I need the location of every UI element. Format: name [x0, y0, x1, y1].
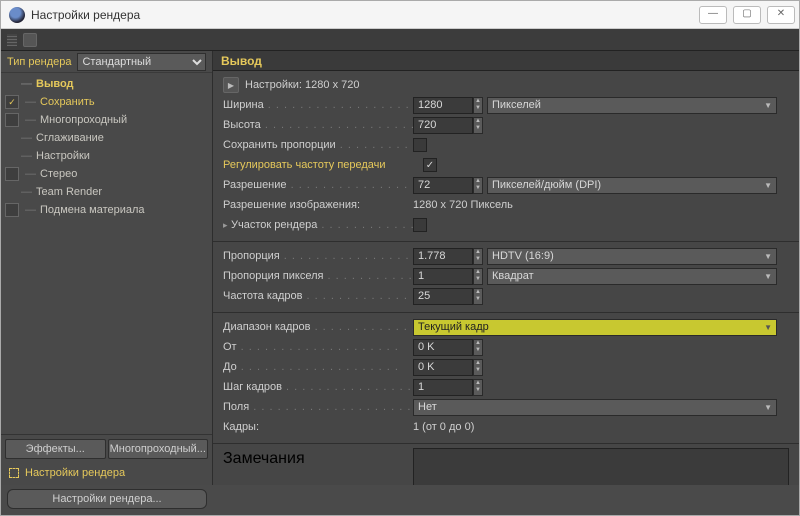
height-spinner[interactable]: ▲▼ — [473, 117, 483, 134]
imageres-label: Разрешение изображения: — [223, 199, 413, 211]
fps-label: Частота кадров — [223, 290, 413, 302]
titlebar: Настройки рендера — ▢ ✕ — [1, 1, 799, 29]
sidebar: Тип рендера Стандартный —Вывод ✓—Сохрани… — [1, 51, 213, 485]
pixelaspect-label: Пропорция пикселя — [223, 270, 413, 282]
sidebar-item-label: Team Render — [36, 186, 102, 198]
sidebar-item-materialoverride[interactable]: —Подмена материала — [1, 201, 212, 219]
lockratio-checkbox[interactable] — [413, 138, 427, 152]
window-title: Настройки рендера — [31, 8, 699, 22]
sidebar-item-stereo[interactable]: —Стерео — [1, 165, 212, 183]
to-spinner[interactable]: ▲▼ — [473, 359, 483, 376]
aspect-input[interactable] — [413, 248, 473, 265]
sidebar-status: Настройки рендера — [5, 465, 208, 481]
main-body: ▶ Настройки: 1280 x 720 Ширина ▲▼ Пиксел… — [213, 71, 799, 485]
fps-spinner[interactable]: ▲▼ — [473, 288, 483, 305]
sidebar-item-label: Многопроходный — [40, 114, 127, 126]
window: Настройки рендера — ▢ ✕ Тип рендера Стан… — [0, 0, 800, 516]
toolbar-icon[interactable] — [23, 33, 37, 47]
width-spinner[interactable]: ▲▼ — [473, 97, 483, 114]
region-checkbox[interactable] — [413, 218, 427, 232]
sidebar-item-options[interactable]: —Настройки — [1, 147, 212, 165]
imageres-value: 1280 x 720 Пиксель — [413, 199, 513, 211]
to-label: До — [223, 361, 413, 373]
main-title: Вывод — [213, 51, 799, 71]
pixelaspect-input[interactable] — [413, 268, 473, 285]
to-input[interactable] — [413, 359, 473, 376]
step-label: Шаг кадров — [223, 381, 413, 393]
step-spinner[interactable]: ▲▼ — [473, 379, 483, 396]
footer: Настройки рендера... — [1, 485, 799, 515]
aspect-spinner[interactable]: ▲▼ — [473, 248, 483, 265]
checkbox-icon[interactable] — [5, 113, 19, 127]
width-label: Ширина — [223, 99, 413, 111]
sidebar-item-label: Сглаживание — [36, 132, 104, 144]
resolution-label: Разрешение — [223, 179, 413, 191]
content: Тип рендера Стандартный —Вывод ✓—Сохрани… — [1, 51, 799, 485]
from-label: От — [223, 341, 413, 353]
sidebar-item-teamrender[interactable]: —Team Render — [1, 183, 212, 201]
toolbar-strip — [1, 29, 799, 51]
framerange-label: Диапазон кадров — [223, 321, 413, 333]
checkbox-icon[interactable] — [5, 167, 19, 181]
adaptrate-label: Регулировать частоту передачи — [223, 159, 423, 171]
fields-label: Поля — [223, 401, 413, 413]
maximize-button[interactable]: ▢ — [733, 6, 761, 24]
frames-label: Кадры: — [223, 421, 413, 433]
grip-icon — [7, 34, 17, 46]
renderer-type-row: Тип рендера Стандартный — [1, 51, 212, 73]
status-icon — [9, 468, 19, 478]
height-input[interactable] — [413, 117, 473, 134]
notes-textarea[interactable] — [413, 448, 789, 485]
aspect-label: Пропорция — [223, 250, 413, 262]
sidebar-item-label: Настройки — [36, 150, 90, 162]
from-spinner[interactable]: ▲▼ — [473, 339, 483, 356]
frames-value: 1 (от 0 до 0) — [413, 421, 474, 433]
width-input[interactable] — [413, 97, 473, 114]
sidebar-bottom: Эффекты... Многопроходный... Настройки р… — [1, 434, 212, 485]
resolution-input[interactable] — [413, 177, 473, 194]
sidebar-tree: —Вывод ✓—Сохранить —Многопроходный —Сгла… — [1, 73, 212, 434]
region-label: Участок рендера — [231, 219, 413, 231]
resolution-unit-select[interactable]: Пикселей/дюйм (DPI)▼ — [487, 177, 777, 194]
sidebar-item-label: Подмена материала — [40, 204, 145, 216]
main-panel: Вывод ▶ Настройки: 1280 x 720 Ширина ▲▼ … — [213, 51, 799, 485]
renderer-type-label: Тип рендера — [7, 56, 71, 68]
framerange-select[interactable]: Текущий кадр▼ — [413, 319, 777, 336]
height-label: Высота — [223, 119, 413, 131]
multipass-button[interactable]: Многопроходный... — [108, 439, 209, 459]
renderer-type-select[interactable]: Стандартный — [77, 53, 206, 71]
step-input[interactable] — [413, 379, 473, 396]
notes-label: Замечания — [223, 448, 413, 468]
close-button[interactable]: ✕ — [767, 6, 795, 24]
aspect-preset-select[interactable]: HDTV (16:9)▼ — [487, 248, 777, 265]
effects-button[interactable]: Эффекты... — [5, 439, 106, 459]
checkbox-icon[interactable]: ✓ — [5, 95, 19, 109]
sidebar-item-label: Стерео — [40, 168, 77, 180]
preset-line: Настройки: 1280 x 720 — [245, 79, 360, 91]
pixelaspect-preset-select[interactable]: Квадрат▼ — [487, 268, 777, 285]
width-unit-select[interactable]: Пикселей▼ — [487, 97, 777, 114]
render-settings-button[interactable]: Настройки рендера... — [7, 489, 207, 509]
pixelaspect-spinner[interactable]: ▲▼ — [473, 268, 483, 285]
sidebar-item-antialias[interactable]: —Сглаживание — [1, 129, 212, 147]
sidebar-item-save[interactable]: ✓—Сохранить — [1, 93, 212, 111]
app-icon — [9, 7, 25, 23]
fps-input[interactable] — [413, 288, 473, 305]
adaptrate-checkbox[interactable]: ✓ — [423, 158, 437, 172]
sidebar-item-label: Вывод — [36, 78, 74, 90]
fields-select[interactable]: Нет▼ — [413, 399, 777, 416]
checkbox-icon[interactable] — [5, 203, 19, 217]
status-label: Настройки рендера — [25, 467, 125, 479]
minimize-button[interactable]: — — [699, 6, 727, 24]
sidebar-item-output[interactable]: —Вывод — [1, 75, 212, 93]
preset-play-icon[interactable]: ▶ — [223, 77, 239, 93]
sidebar-item-multipass[interactable]: —Многопроходный — [1, 111, 212, 129]
resolution-spinner[interactable]: ▲▼ — [473, 177, 483, 194]
sidebar-item-label: Сохранить — [40, 96, 95, 108]
lockratio-label: Сохранить пропорции — [223, 139, 413, 151]
from-input[interactable] — [413, 339, 473, 356]
